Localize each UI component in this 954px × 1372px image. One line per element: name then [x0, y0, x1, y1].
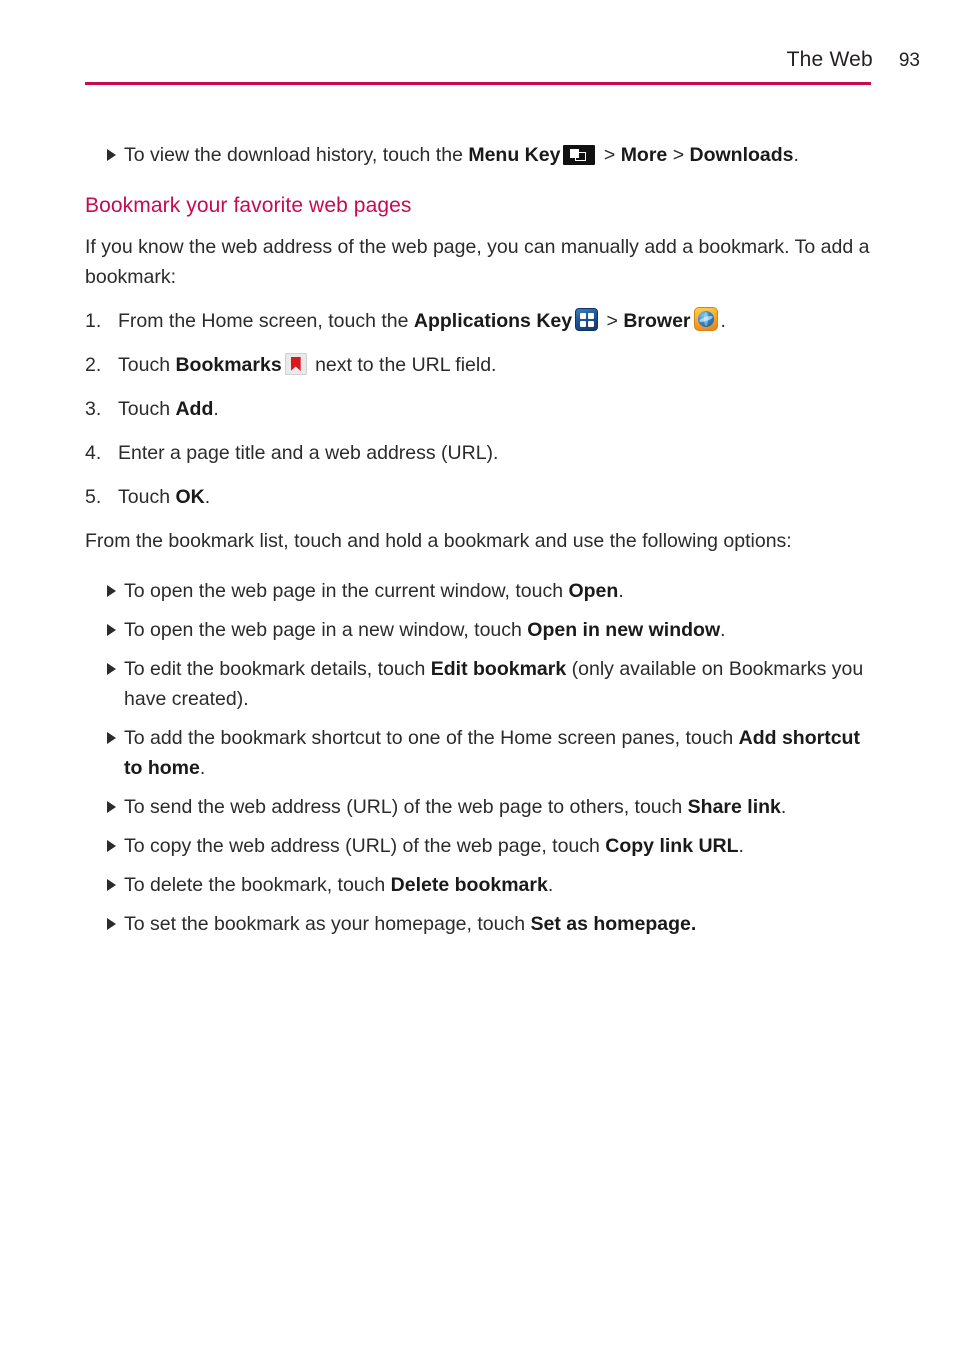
step-number: 3. — [85, 398, 102, 420]
option-text-part2: . — [720, 619, 726, 641]
step-bold-add: Add — [175, 398, 214, 420]
triangle-bullet-icon — [107, 918, 116, 930]
list-item: To set the bookmark as your homepage, to… — [85, 909, 875, 939]
option-text-part1: To edit the bookmark details, touch — [124, 658, 431, 680]
list-item: 3. Touch Add. — [85, 394, 875, 424]
page-content: To view the download history, touch the … — [85, 140, 875, 939]
triangle-bullet-icon — [107, 840, 116, 852]
step-text-part1: Touch — [118, 398, 176, 420]
page-number: 93 — [898, 50, 920, 71]
option-text-part2: . — [738, 835, 744, 857]
step-number: 1. — [85, 310, 102, 332]
list-item: 5. Touch OK. — [85, 482, 875, 512]
page-header: The Web 93 — [85, 48, 920, 90]
step-number: 5. — [85, 486, 102, 508]
browser-icon — [693, 307, 718, 331]
option-text-part2: . — [199, 757, 206, 779]
triangle-bullet-icon — [107, 879, 116, 891]
step-text-part1: From the Home screen, touch the — [118, 310, 414, 332]
list-item: 4. Enter a page title and a web address (… — [85, 438, 875, 468]
step-text-part2: next to the URL field. — [309, 354, 497, 376]
options-intro-paragraph: From the bookmark list, touch and hold a… — [85, 530, 792, 552]
options-bullet-list: To open the web page in the current wind… — [85, 576, 875, 939]
list-item: 2. Touch Bookmarks next to the URL field. — [85, 350, 875, 380]
option-text-part1: To send the web address (URL) of the web… — [124, 796, 688, 818]
step-text-part2: . — [213, 398, 219, 420]
step-text-part3: . — [720, 310, 726, 332]
option-text-part2: . — [547, 874, 554, 896]
option-text-part2: . — [618, 580, 624, 602]
option-text-part1: To set the bookmark as your homepage, to… — [124, 913, 531, 935]
numbered-steps-list: 1. From the Home screen, touch the Applic… — [85, 306, 875, 512]
page-title: The Web — [786, 48, 873, 71]
triangle-bullet-icon — [107, 663, 116, 675]
option-text-part1: To copy the web address (URL) of the web… — [124, 835, 606, 857]
list-item: To copy the web address (URL) of the web… — [85, 831, 875, 861]
triangle-bullet-icon — [107, 732, 116, 744]
step-bold-ok: OK — [175, 486, 205, 508]
bookmarks-icon — [284, 353, 307, 375]
option-bold-copy-link-url: Copy link URL — [605, 835, 739, 857]
applications-key-icon — [575, 308, 599, 331]
option-text-part1: To open the web page in a new window, to… — [124, 619, 528, 641]
list-item: To edit the bookmark details, touch Edit… — [85, 654, 875, 714]
option-text-part1: To open the web page in the current wind… — [124, 580, 569, 602]
bullet-text-part2: > — [598, 144, 621, 166]
menu-key-icon — [563, 145, 596, 165]
triangle-bullet-icon — [107, 149, 116, 161]
option-text-part2: . — [780, 796, 787, 818]
triangle-bullet-icon — [107, 624, 116, 636]
step-text-part1: Touch — [118, 354, 176, 376]
bullet-bold-downloads: Downloads — [689, 144, 794, 166]
option-bold-share-link: Share link — [687, 796, 781, 818]
bullet-text-part4: . — [793, 144, 799, 166]
list-item: To open the web page in the current wind… — [85, 576, 875, 606]
step-text-part1: Touch — [118, 486, 176, 508]
step-bold-bookmarks: Bookmarks — [175, 354, 282, 376]
bullet-text-part3: > — [667, 144, 690, 166]
bullet-bold-more: More — [620, 144, 668, 166]
option-bold-edit-bookmark: Edit bookmark — [430, 658, 567, 680]
section-intro-paragraph: If you know the web address of the web p… — [85, 236, 870, 288]
step-number: 2. — [85, 354, 102, 376]
list-item: To add the bookmark shortcut to one of t… — [85, 723, 875, 783]
triangle-bullet-icon — [107, 801, 116, 813]
header-divider-rule — [85, 82, 871, 85]
list-item: To delete the bookmark, touch Delete boo… — [85, 870, 875, 900]
intro-bullet-list: To view the download history, touch the … — [85, 140, 875, 170]
option-bold-delete-bookmark: Delete bookmark — [390, 874, 548, 896]
list-item: 1. From the Home screen, touch the Applic… — [85, 306, 875, 336]
list-item: To view the download history, touch the … — [85, 140, 875, 170]
option-text-part1: To delete the bookmark, touch — [124, 874, 391, 896]
bullet-text-part1: To view the download history, touch the — [124, 144, 469, 166]
step-text-part2: > — [601, 310, 624, 332]
step-number: 4. — [85, 442, 102, 464]
option-bold-open-in-new-window: Open in new window — [527, 619, 721, 641]
list-item: To send the web address (URL) of the web… — [85, 792, 875, 822]
step-text-part1: Enter a page title and a web address (UR… — [118, 442, 499, 464]
triangle-bullet-icon — [107, 585, 116, 597]
list-item: To open the web page in a new window, to… — [85, 615, 875, 645]
step-text-part2: . — [204, 486, 211, 508]
step-bold-applications-key: Applications Key — [413, 310, 573, 332]
step-bold-brower: Brower — [623, 310, 691, 332]
option-bold-set-as-homepage: Set as homepage. — [530, 913, 697, 935]
option-bold-open: Open — [568, 580, 619, 602]
bullet-bold-menu-key: Menu Key — [468, 144, 561, 166]
option-text-part1: To add the bookmark shortcut to one of t… — [124, 727, 739, 749]
section-heading: Bookmark your favorite web pages — [85, 194, 412, 217]
